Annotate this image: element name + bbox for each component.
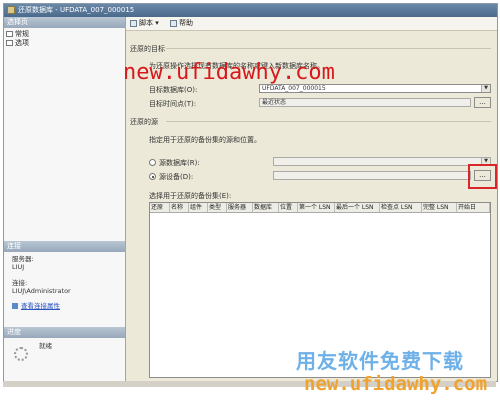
grid-column-header[interactable]: 最后一个 LSN <box>335 203 380 212</box>
grid-column-header[interactable]: 完整 LSN <box>422 203 457 212</box>
progress-spinner-icon <box>14 347 28 361</box>
toolbar: 脚本 ▾ 帮助 <box>126 17 497 31</box>
page-options[interactable]: 选项 <box>6 39 29 47</box>
from-database-label: 源数据库(R): <box>159 159 200 167</box>
progress-header: 进度 <box>4 327 125 338</box>
left-panel: 选择页 常规 选项 连接 服务器: LIUJ 连接: LIUJ\Administ… <box>4 17 126 381</box>
from-device-label: 源设备(D): <box>159 173 194 181</box>
connection-label: 连接: <box>12 279 28 287</box>
view-connection-properties[interactable]: 查看连接属性 <box>12 302 60 310</box>
script-icon <box>130 19 137 27</box>
grid-column-header[interactable]: 检查点 LSN <box>380 203 422 212</box>
grid-column-header[interactable]: 类型 <box>208 203 227 212</box>
target-time-label: 目标时间点(T): <box>149 100 197 108</box>
watermark-url-bottom: new.ufidawhy.com <box>304 373 488 395</box>
grid-column-header[interactable]: 位置 <box>279 203 298 212</box>
target-db-label: 目标数据库(O): <box>149 86 198 94</box>
from-database-combo: ▼ <box>273 157 491 166</box>
grid-column-header[interactable]: 数据库 <box>253 203 279 212</box>
connection-value: LIUJ\Administrator <box>12 287 71 295</box>
divider <box>166 121 491 122</box>
grid-column-header[interactable]: 组件 <box>189 203 208 212</box>
grid-column-header[interactable]: 开始日 <box>457 203 490 212</box>
divider <box>166 48 491 49</box>
highlight-box <box>468 164 497 189</box>
help-icon <box>170 19 177 27</box>
grid-column-header[interactable]: 还原 <box>150 203 170 212</box>
page-icon <box>6 40 13 46</box>
backup-sets-label: 选择用于还原的备份集(E): <box>149 192 232 200</box>
server-label: 服务器: <box>12 255 34 263</box>
target-section-label: 还原的目标 <box>130 45 165 53</box>
script-button[interactable]: 脚本 ▾ <box>130 17 159 30</box>
from-device-radio[interactable] <box>149 173 156 180</box>
source-section-label: 还原的源 <box>130 118 158 126</box>
window-title: 还原数据库 - UFDATA_007_000015 <box>18 6 135 14</box>
database-icon <box>7 6 15 14</box>
grid-header: 还原 名称 组件 类型 服务器 数据库 位置 第一个 LSN 最后一个 LSN … <box>150 203 490 213</box>
title-bar: 还原数据库 - UFDATA_007_000015 <box>4 4 497 17</box>
from-database-radio[interactable] <box>149 159 156 166</box>
watermark-url-top: new.ufidawhy.com <box>123 60 335 85</box>
source-description: 指定用于还原的备份集的源和位置。 <box>149 136 261 144</box>
target-time-browse-button[interactable]: ... <box>474 97 491 108</box>
server-value: LIUJ <box>12 263 25 271</box>
page-general[interactable]: 常规 <box>6 30 29 38</box>
target-time-field: 最近状态 <box>259 98 471 107</box>
grid-column-header[interactable]: 第一个 LSN <box>298 203 335 212</box>
target-db-combo[interactable]: UFDATA_007_000015 ▼ <box>259 84 491 93</box>
progress-status: 就绪 <box>39 342 52 350</box>
select-page-header: 选择页 <box>4 17 125 28</box>
chevron-down-icon[interactable]: ▼ <box>481 85 490 92</box>
properties-icon <box>12 303 18 309</box>
help-button[interactable]: 帮助 <box>170 17 193 30</box>
from-device-field <box>273 171 471 180</box>
watermark-cn: 用友软件免费下载 <box>296 349 464 373</box>
connection-header: 连接 <box>4 241 125 252</box>
grid-column-header[interactable]: 名称 <box>170 203 189 212</box>
page-icon <box>6 31 13 37</box>
grid-column-header[interactable]: 服务器 <box>227 203 253 212</box>
